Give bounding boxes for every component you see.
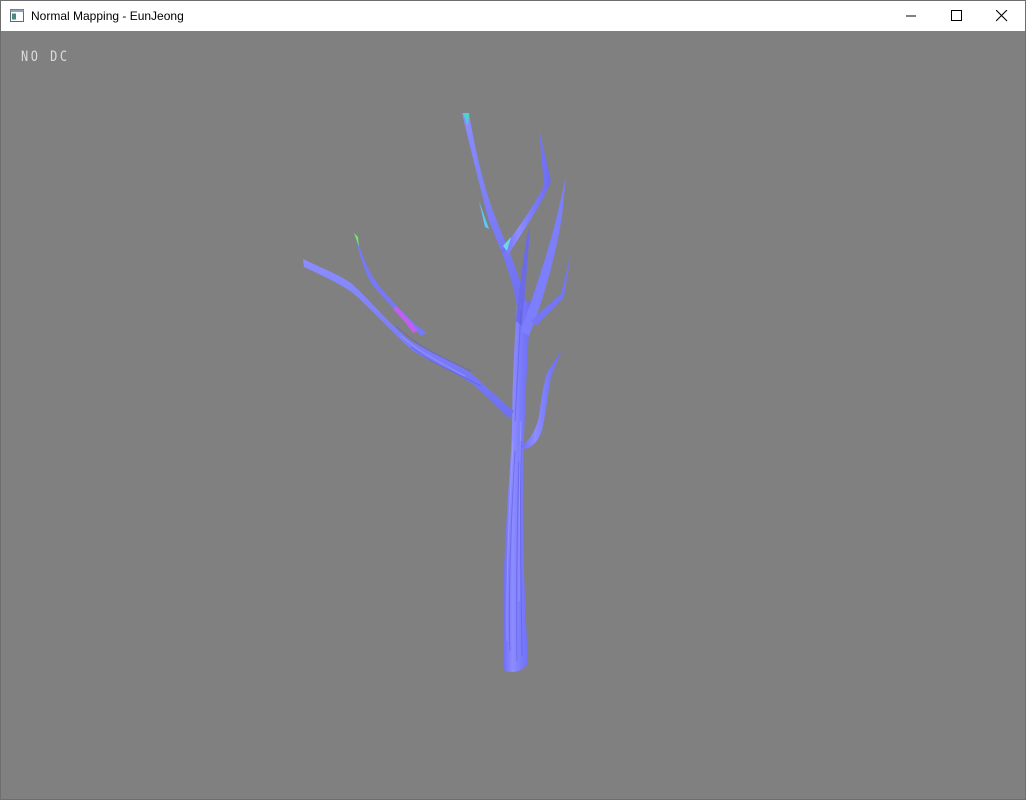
title-bar[interactable]: Normal Mapping - EunJeong <box>1 1 1025 31</box>
minimize-button[interactable] <box>889 1 935 31</box>
close-button[interactable] <box>979 1 1025 31</box>
tree-twig-left <box>355 233 427 336</box>
maximize-icon <box>951 10 962 21</box>
close-icon <box>996 10 1008 22</box>
render-viewport[interactable]: NO DC <box>1 31 1025 799</box>
tree-branch-top-right <box>501 129 551 257</box>
minimize-icon <box>906 15 916 17</box>
app-icon[interactable] <box>10 9 24 22</box>
tree-branch-left <box>303 259 514 419</box>
application-window: Normal Mapping - EunJeong NO DC <box>0 0 1026 800</box>
maximize-button[interactable] <box>934 1 980 31</box>
tree-model <box>303 113 571 673</box>
tree-branch-top-left <box>462 113 526 306</box>
window-title: Normal Mapping - EunJeong <box>31 9 184 23</box>
tree-branch-mid-right <box>521 349 562 449</box>
